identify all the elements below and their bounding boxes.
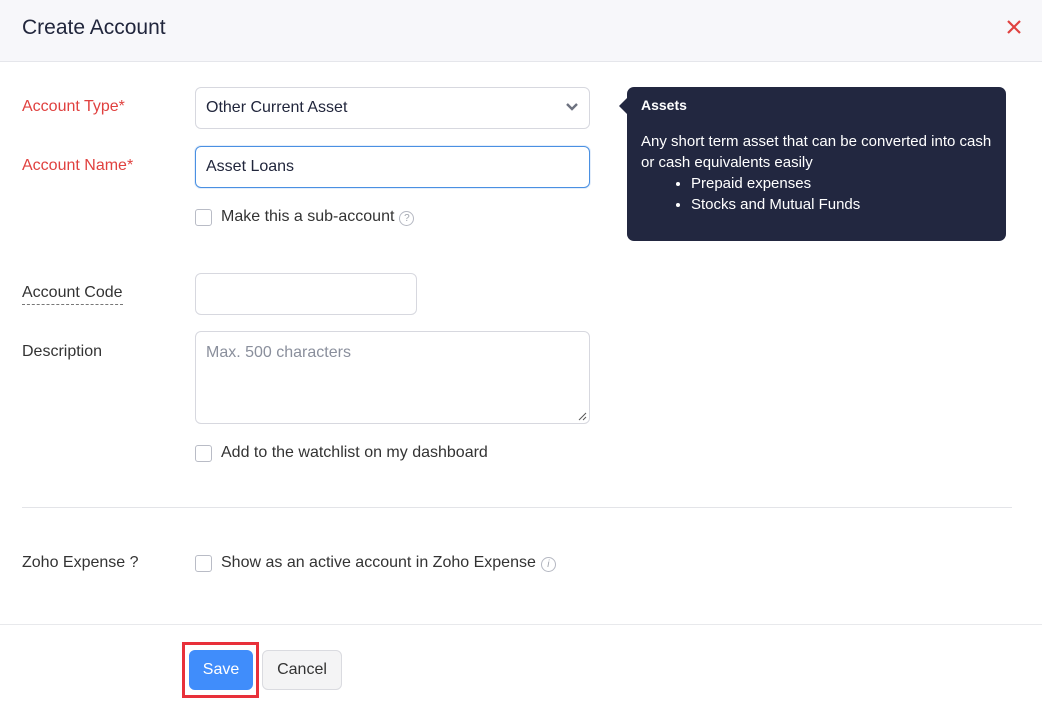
account-type-label: Account Type* — [22, 98, 125, 115]
sub-account-label: Make this a sub-account — [221, 208, 395, 225]
resize-grip-icon[interactable] — [578, 412, 587, 421]
tooltip-body: Any short term asset that can be convert… — [641, 133, 992, 171]
sub-account-checkbox[interactable] — [195, 208, 212, 226]
account-type-value: Other Current Asset — [206, 99, 348, 116]
description-label: Description — [22, 343, 103, 360]
footer-divider — [0, 624, 1042, 625]
description-placeholder: Max. 500 characters — [206, 344, 351, 361]
zoho-expense-checkbox[interactable] — [195, 554, 212, 572]
watchlist-row: Add to the watchlist on my dashboard — [195, 444, 488, 462]
account-type-tooltip: Assets Any short term asset that can be … — [619, 87, 1006, 241]
watchlist-label: Add to the watchlist on my dashboard — [221, 444, 488, 461]
account-name-input[interactable]: Asset Loans — [195, 146, 590, 188]
zoho-expense-label: Zoho Expense ? — [22, 554, 139, 571]
section-divider — [22, 507, 1012, 508]
tooltip-list: Prepaid expenses Stocks and Mutual Funds — [691, 173, 992, 215]
dialog-header: Create Account — [0, 0, 1042, 62]
close-icon[interactable] — [1004, 14, 1026, 40]
cancel-button[interactable]: Cancel — [262, 650, 342, 690]
dialog-title: Create Account — [22, 16, 166, 39]
save-button[interactable]: Save — [189, 650, 253, 690]
tooltip-title: Assets — [641, 97, 687, 113]
tooltip-list-item: Prepaid expenses — [691, 173, 992, 194]
description-textarea[interactable]: Max. 500 characters — [195, 331, 590, 424]
account-code-label[interactable]: Account Code — [22, 284, 123, 305]
info-icon[interactable]: i — [540, 556, 556, 572]
zoho-expense-option-label: Show as an active account in Zoho Expens… — [221, 554, 536, 571]
account-name-value: Asset Loans — [206, 158, 295, 175]
help-icon[interactable]: ? — [399, 210, 415, 226]
account-code-input[interactable] — [195, 273, 417, 315]
account-name-label: Account Name* — [22, 157, 134, 174]
chevron-down-icon — [566, 103, 578, 111]
account-type-select[interactable]: Other Current Asset — [195, 87, 590, 129]
sub-account-row: Make this a sub-account ? — [195, 208, 415, 226]
tooltip-list-item: Stocks and Mutual Funds — [691, 194, 992, 215]
zoho-expense-row: Show as an active account in Zoho Expens… — [195, 554, 556, 572]
watchlist-checkbox[interactable] — [195, 444, 212, 462]
